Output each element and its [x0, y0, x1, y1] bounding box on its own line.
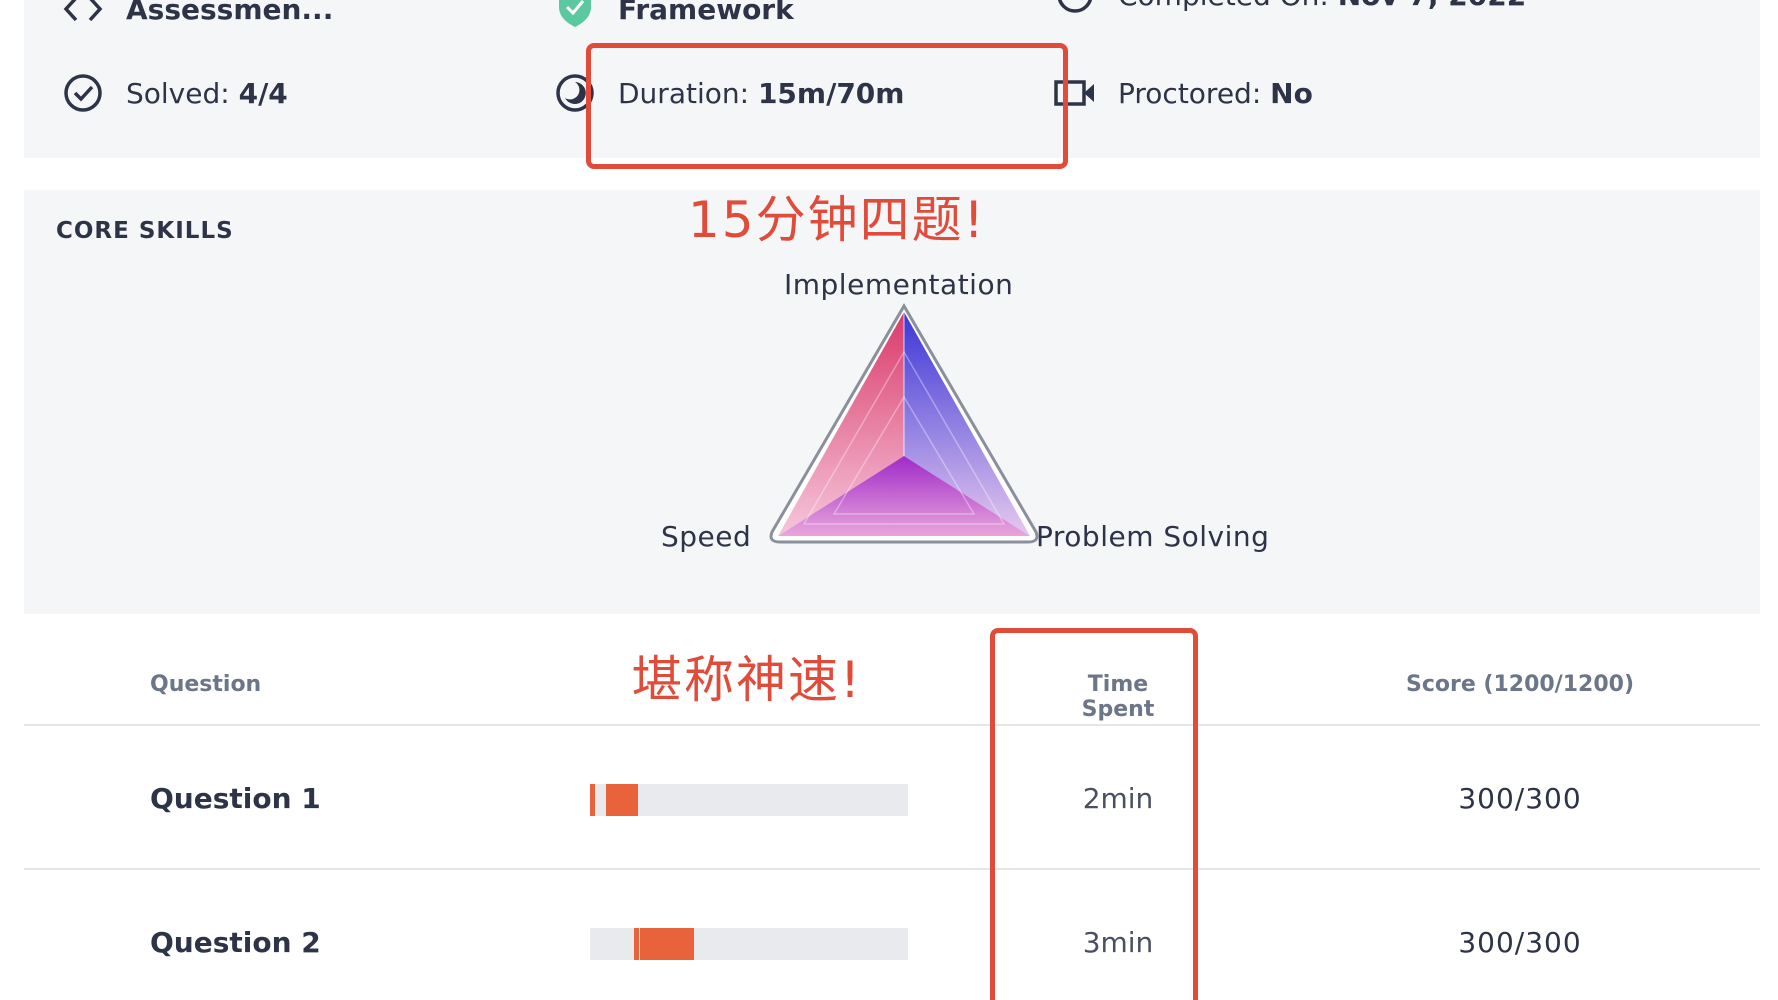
radar-axis-implementation: Implementation — [784, 268, 1014, 301]
time-bar-tick — [590, 784, 595, 816]
speed-annotation: 堪称神速! — [632, 651, 863, 709]
question-name[interactable]: Question 2 — [150, 926, 321, 959]
summary-framework: Framework — [554, 0, 794, 30]
column-header-score[interactable]: Score (1200/1200) — [1370, 672, 1670, 697]
duration-highlight-box — [586, 43, 1068, 169]
assessment-report-page: Assessmen... Framework Completed On: Nov… — [0, 0, 1778, 1000]
summary-solved-value: 4/4 — [238, 76, 288, 110]
clock-icon — [1054, 0, 1096, 16]
time-bar-track — [590, 784, 908, 816]
summary-completed-label: Completed On: — [1118, 0, 1338, 12]
time-bar-tick — [634, 928, 639, 960]
summary-framework-value: Framework — [618, 0, 794, 26]
questions-table-header: Question Time Spent Score (1200/1200) — [24, 640, 1760, 726]
summary-solved-label: Solved: — [126, 76, 239, 110]
check-circle-icon — [62, 72, 104, 114]
summary-completed-on: Completed On: Nov 7, 2022 — [1054, 0, 1526, 16]
table-row[interactable]: Question 2 3min 300/300 — [24, 870, 1760, 1000]
shield-icon — [554, 0, 596, 30]
duration-annotation: 15分钟四题! — [688, 191, 986, 249]
table-row[interactable]: Question 1 2min 300/300 — [24, 726, 1760, 870]
core-skills-radar — [769, 303, 1039, 544]
code-brackets-icon — [62, 0, 104, 30]
summary-proctored: Proctored: No — [1054, 72, 1313, 114]
summary-assessment-value: Assessmen... — [126, 0, 334, 26]
radar-axis-speed: Speed — [661, 520, 752, 553]
question-name[interactable]: Question 1 — [150, 782, 321, 815]
core-skills-title: CORE SKILLS — [56, 218, 234, 244]
time-bar-fill — [640, 928, 694, 960]
summary-completed-value: Nov 7, 2022 — [1338, 0, 1526, 12]
time-bar-track — [590, 928, 908, 960]
summary-proctored-value: No — [1270, 76, 1313, 110]
score-value: 300/300 — [1458, 926, 1582, 959]
summary-solved: Solved: 4/4 — [62, 72, 288, 114]
score-value: 300/300 — [1458, 782, 1582, 815]
time-bar-fill — [606, 784, 638, 816]
radar-axis-problem-solving: Problem Solving — [1036, 520, 1270, 553]
time-spent-highlight-box — [990, 628, 1198, 1000]
summary-assessment: Assessmen... — [62, 0, 333, 30]
core-skills-panel: CORE SKILLS Implementation Speed Problem… — [24, 190, 1760, 614]
summary-proctored-label: Proctored: — [1118, 76, 1271, 110]
column-header-question[interactable]: Question — [150, 672, 261, 697]
